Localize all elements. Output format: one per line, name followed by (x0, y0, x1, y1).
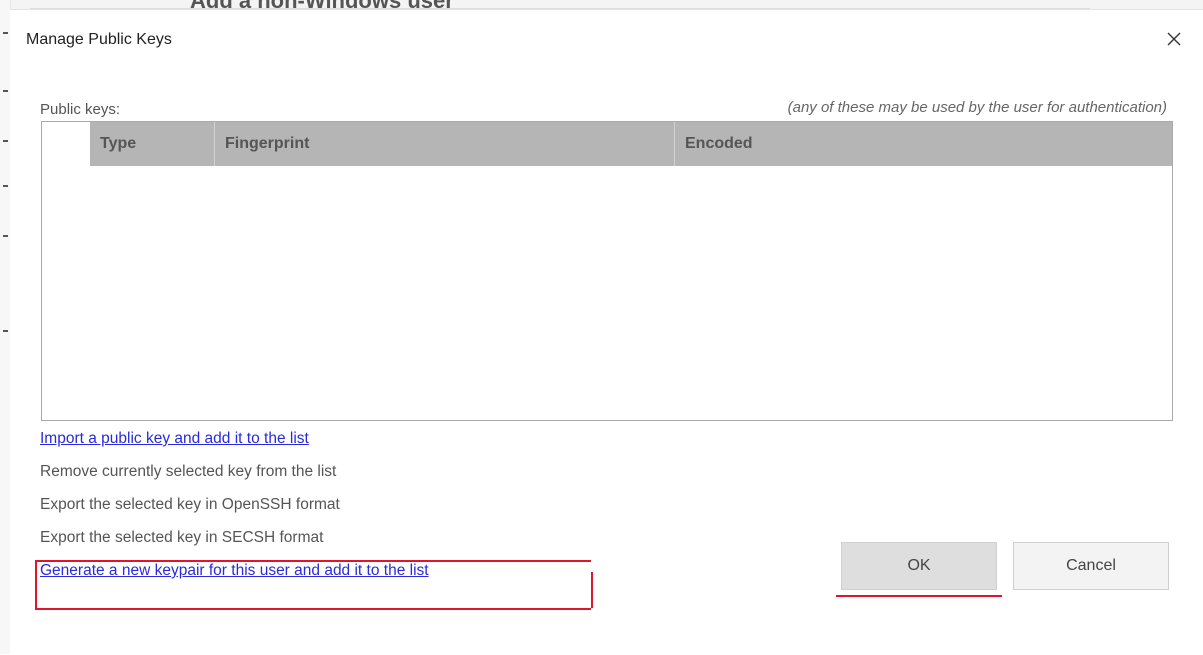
close-button[interactable] (1159, 24, 1189, 54)
public-keys-table[interactable]: Type Fingerprint Encoded (41, 121, 1173, 421)
annotation-highlight-generate (35, 560, 593, 610)
cancel-button[interactable]: Cancel (1013, 542, 1169, 590)
background-window: Add a non-Windows user (0, 0, 1203, 9)
divider (3, 90, 8, 92)
divider (3, 330, 8, 332)
divider (3, 235, 8, 237)
column-header-type[interactable]: Type (90, 122, 215, 166)
export-secsh-action: Export the selected key in SECSH format (40, 529, 324, 546)
column-header-fingerprint[interactable]: Fingerprint (215, 122, 675, 166)
divider (3, 140, 8, 142)
divider (3, 32, 8, 34)
public-keys-hint: (any of these may be used by the user fo… (787, 99, 1167, 116)
manage-public-keys-dialog: Manage Public Keys Public keys: (any of … (10, 9, 1203, 655)
import-public-key-link[interactable]: Import a public key and add it to the li… (40, 430, 429, 448)
table-header: Type Fingerprint Encoded (42, 122, 1172, 166)
public-keys-label: Public keys: (40, 101, 121, 118)
export-openssh-action: Export the selected key in OpenSSH forma… (40, 496, 340, 513)
key-actions: Import a public key and add it to the li… (40, 430, 429, 580)
close-icon (1167, 32, 1181, 46)
ok-button[interactable]: OK (841, 542, 997, 590)
column-header-encoded[interactable]: Encoded (675, 122, 1172, 166)
annotation-underline-ok (836, 595, 1002, 597)
dialog-title: Manage Public Keys (26, 31, 172, 48)
remove-selected-key-action: Remove currently selected key from the l… (40, 463, 337, 480)
row-selector-header (42, 122, 90, 166)
divider (3, 185, 8, 187)
